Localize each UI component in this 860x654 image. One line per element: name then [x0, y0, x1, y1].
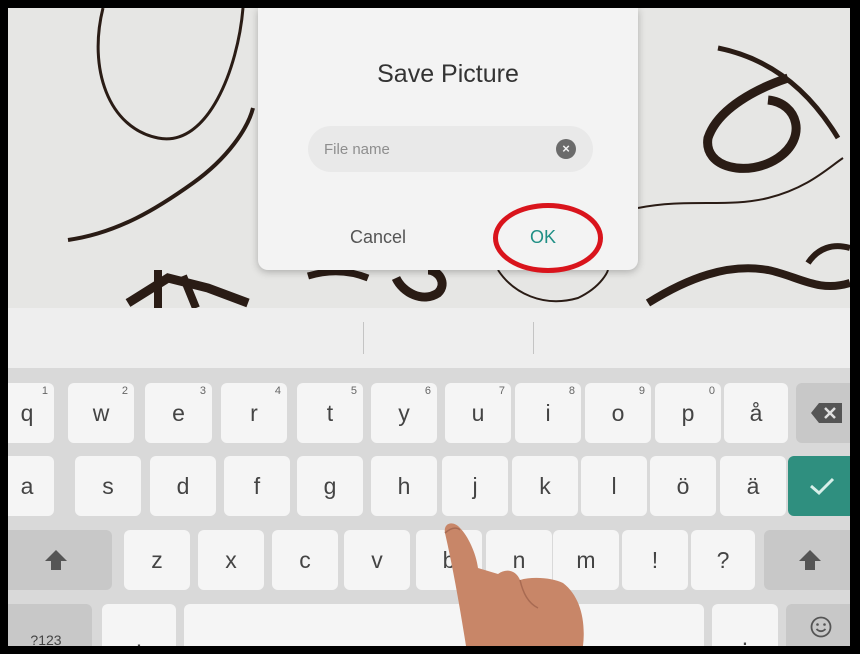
pointing-finger — [444, 523, 584, 646]
tablet-screen: Save Picture × Cancel OK 1q 2w 3e 4r 5t … — [8, 8, 850, 646]
